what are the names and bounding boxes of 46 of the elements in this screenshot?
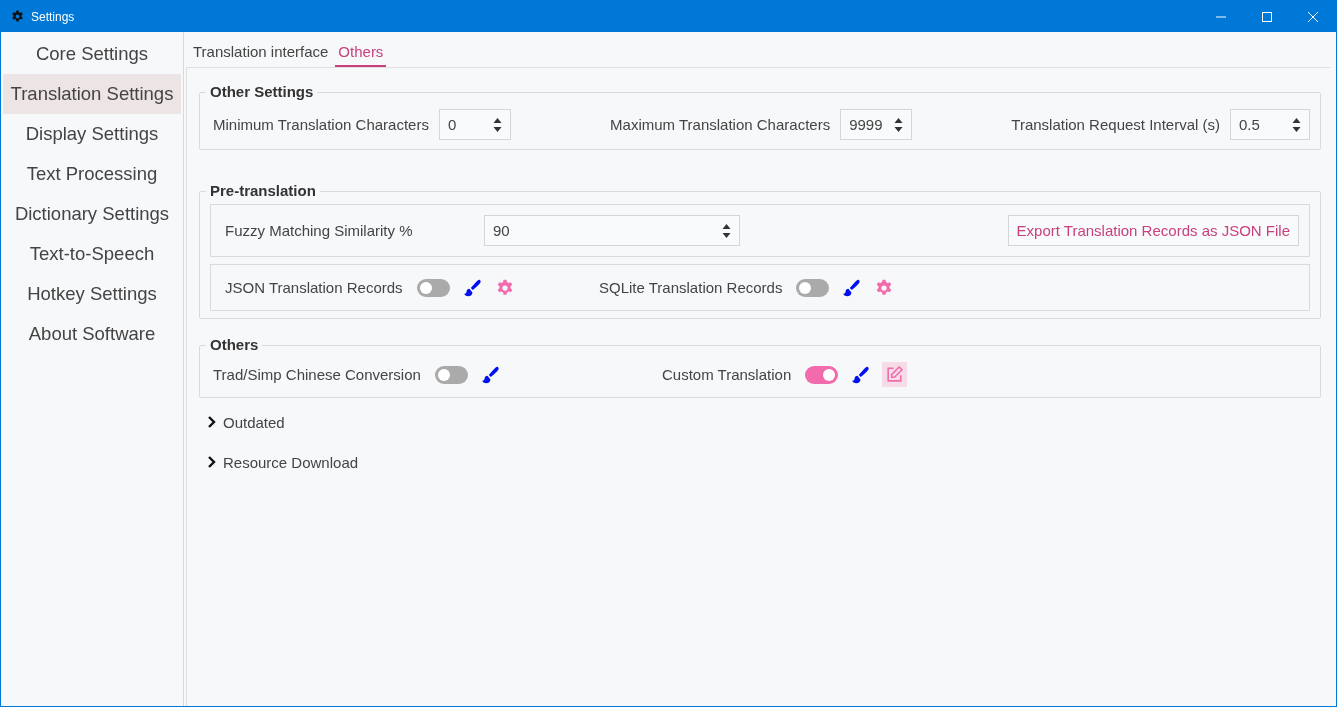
toggle-label: Trad/Simp Chinese Conversion xyxy=(213,366,421,383)
number-field[interactable]: 90 xyxy=(484,215,740,246)
toggle-label: JSON Translation Records xyxy=(225,279,403,296)
settings-icon xyxy=(875,277,894,298)
export-button[interactable]: Export Translation Records as JSON File xyxy=(1007,215,1299,246)
settings-icon xyxy=(495,277,514,298)
toggle-switch[interactable] xyxy=(796,278,830,297)
toggle-switch[interactable] xyxy=(805,365,839,384)
toggle-label: SQLite Translation Records xyxy=(599,279,783,296)
field-label: Maximum Translation Characters xyxy=(610,116,831,133)
spin-arrows-icon[interactable] xyxy=(722,222,731,239)
tab[interactable]: Others xyxy=(335,40,387,67)
number-field[interactable]: 0 xyxy=(438,109,511,140)
number-field[interactable]: 0.5 xyxy=(1230,109,1310,140)
toggle-label: Custom Translation xyxy=(662,366,792,383)
sidebar-item[interactable]: Text-to-Speech xyxy=(3,234,181,274)
spin-arrows-icon[interactable] xyxy=(492,116,502,133)
number-field[interactable]: 9999 xyxy=(840,109,913,140)
close-icon xyxy=(1308,11,1318,22)
spin-arrows-icon[interactable] xyxy=(1292,116,1301,133)
group-title: Pre-translation xyxy=(206,182,320,199)
sidebar-item[interactable]: About Software xyxy=(3,314,181,354)
section-label: Outdated xyxy=(223,413,285,431)
spin-arrows-icon[interactable] xyxy=(894,116,904,133)
window-title: Settings xyxy=(31,9,75,24)
toggle-switch[interactable] xyxy=(434,365,468,384)
toggle-switch[interactable] xyxy=(416,278,450,297)
group-title: Others xyxy=(206,336,263,353)
field-label: Minimum Translation Characters xyxy=(213,116,429,133)
sidebar-item[interactable]: Display Settings xyxy=(3,114,181,154)
edit-icon xyxy=(885,365,905,384)
sidebar-item[interactable]: Core Settings xyxy=(3,34,181,74)
sidebar-item[interactable]: Translation Settings xyxy=(3,74,181,114)
sidebar-item[interactable]: Dictionary Settings xyxy=(3,194,181,234)
edit-button[interactable] xyxy=(882,362,908,387)
settings-icon xyxy=(11,10,24,23)
group-title: Other Settings xyxy=(206,83,318,100)
field-label: Fuzzy Matching Similarity % xyxy=(225,222,414,239)
collapsible-header[interactable]: Resource Download xyxy=(199,442,1321,482)
collapsible-header[interactable]: Outdated xyxy=(199,402,1321,442)
sidebar-item[interactable]: Hotkey Settings xyxy=(3,274,181,314)
field-label: Translation Request Interval (s) xyxy=(1011,116,1220,133)
maximize-icon xyxy=(1262,11,1272,22)
section-label: Resource Download xyxy=(223,453,359,471)
tab[interactable]: Translation interface xyxy=(190,40,332,67)
sidebar-item[interactable]: Text Processing xyxy=(3,154,181,194)
